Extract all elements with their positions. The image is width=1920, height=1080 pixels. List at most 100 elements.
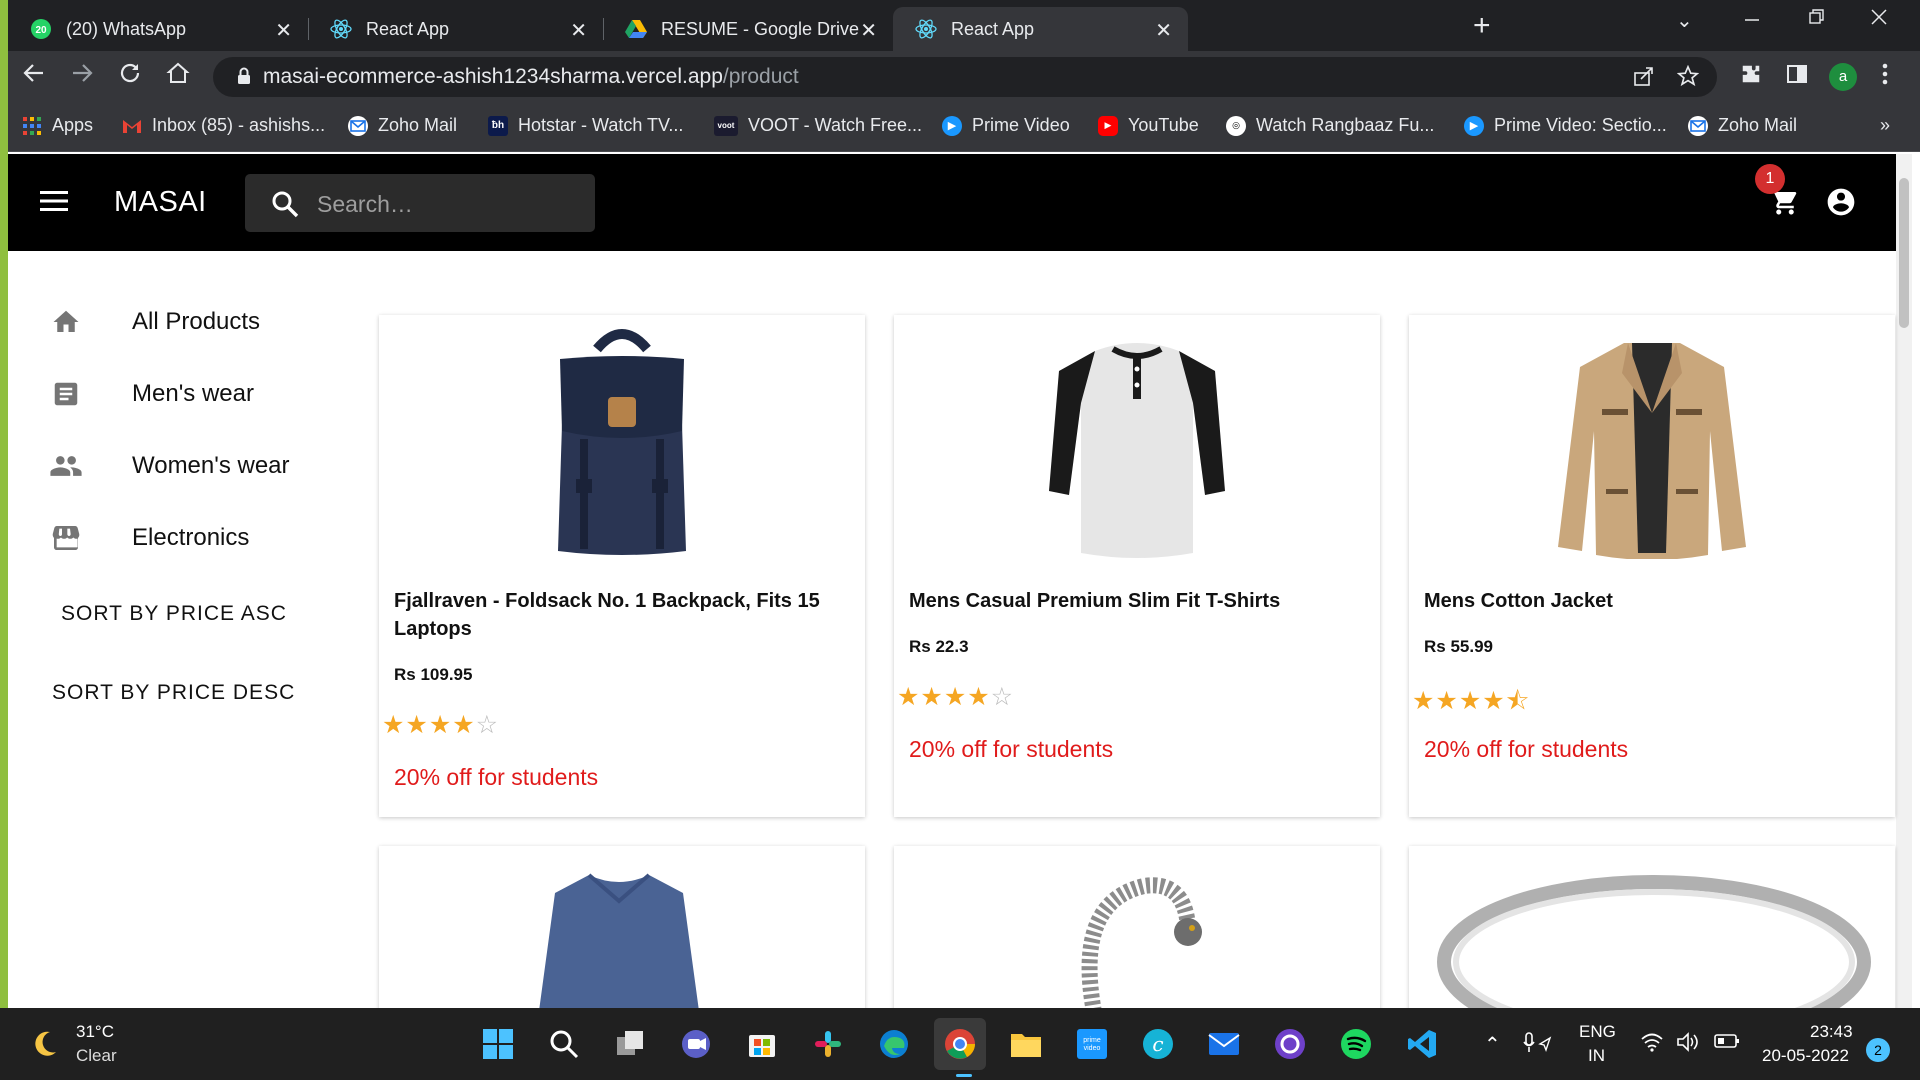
tab-search-icon[interactable]: ⌄ <box>1676 8 1693 33</box>
clock-time[interactable]: 23:43 <box>1810 1022 1853 1042</box>
close-tab-icon[interactable]: ✕ <box>570 18 587 43</box>
github-desktop-icon[interactable] <box>1272 1026 1308 1062</box>
bookmark-apps[interactable]: Apps <box>22 115 93 136</box>
tab-title: (20) WhatsApp <box>66 18 187 39</box>
file-explorer-icon[interactable] <box>1008 1026 1044 1062</box>
bookmark-hotstar[interactable]: ƀh Hotstar - Watch TV... <box>488 115 683 136</box>
account-circle-icon[interactable] <box>1825 186 1857 223</box>
tab-whatsapp[interactable]: 20 (20) WhatsApp ✕ <box>8 7 308 51</box>
edge-icon[interactable] <box>876 1026 912 1062</box>
moon-weather-icon[interactable] <box>30 1028 60 1063</box>
forward-icon[interactable] <box>70 61 94 92</box>
bookmark-rangbaaz[interactable]: ◎ Watch Rangbaaz Fu... <box>1226 115 1434 136</box>
sort-price-asc-button[interactable]: SORT BY PRICE ASC <box>61 602 287 626</box>
sidebar-item-womens-wear[interactable]: Women's wear <box>48 441 348 491</box>
hamburger-menu-icon[interactable] <box>40 190 68 217</box>
apps-grid-icon <box>22 116 42 136</box>
product-image-silver-ring[interactable] <box>1429 872 1879 1008</box>
bookmarks-overflow-button[interactable]: » <box>1880 115 1890 136</box>
notification-count-badge[interactable]: 2 <box>1866 1038 1890 1062</box>
clock-date[interactable]: 20-05-2022 <box>1762 1046 1849 1066</box>
microsoft-store-icon[interactable] <box>744 1026 780 1062</box>
bookmark-voot[interactable]: voot VOOT - Watch Free... <box>714 115 922 136</box>
extensions-icon[interactable] <box>1740 63 1762 92</box>
close-tab-icon[interactable]: ✕ <box>275 18 292 43</box>
restore-icon[interactable] <box>1808 6 1826 32</box>
product-card[interactable] <box>894 846 1380 1008</box>
product-card[interactable] <box>1409 846 1895 1008</box>
vscode-icon[interactable] <box>1404 1026 1440 1062</box>
address-bar[interactable]: masai-ecommerce-ashish1234sharma.vercel.… <box>213 57 1717 97</box>
bookmark-star-icon[interactable] <box>1676 64 1700 93</box>
start-windows-icon[interactable] <box>480 1026 516 1062</box>
bookmark-prime-video-section[interactable]: ▶ Prime Video: Sectio... <box>1464 115 1667 136</box>
react-icon <box>915 18 937 40</box>
prime-video-app-icon[interactable]: prime video <box>1074 1026 1110 1062</box>
side-panel-icon[interactable] <box>1786 63 1808 92</box>
product-title[interactable]: Mens Casual Premium Slim Fit T-Shirts <box>909 587 1359 615</box>
page-scrollbar[interactable] <box>1896 154 1912 1008</box>
product-title[interactable]: Fjallraven - Foldsack No. 1 Backpack, Fi… <box>394 587 844 643</box>
weather-temperature[interactable]: 31°C <box>76 1022 114 1042</box>
bookmark-label: Zoho Mail <box>378 115 458 135</box>
product-image-blue-sweater[interactable] <box>529 871 709 1008</box>
minimize-icon[interactable] <box>1743 6 1761 32</box>
product-image-backpack[interactable] <box>379 329 865 559</box>
close-tab-icon[interactable]: ✕ <box>860 18 877 43</box>
product-card[interactable] <box>379 846 865 1008</box>
bookmark-zoho-mail[interactable]: Zoho Mail <box>348 115 457 136</box>
bookmark-label: Zoho Mail <box>1718 115 1798 135</box>
product-card[interactable]: Fjallraven - Foldsack No. 1 Backpack, Fi… <box>379 315 865 817</box>
product-image-dragon-bracelet[interactable] <box>1064 872 1204 1008</box>
canva-icon[interactable]: c <box>1140 1026 1176 1062</box>
language-region[interactable]: IN <box>1588 1046 1605 1066</box>
back-icon[interactable] <box>22 61 46 92</box>
search-box[interactable] <box>245 174 595 232</box>
battery-icon[interactable] <box>1714 1032 1740 1055</box>
whatsapp-icon: 20 <box>30 18 52 40</box>
microphone-location-icon[interactable] <box>1522 1032 1552 1060</box>
product-card[interactable]: Mens Casual Premium Slim Fit T-Shirts Rs… <box>894 315 1380 817</box>
language-indicator[interactable]: ENG <box>1579 1022 1616 1042</box>
search-input[interactable] <box>315 186 579 222</box>
chrome-menu-icon[interactable] <box>1882 63 1888 92</box>
bookmark-youtube[interactable]: ▶ YouTube <box>1098 115 1199 136</box>
weather-condition[interactable]: Clear <box>76 1046 117 1066</box>
reload-icon[interactable] <box>118 61 142 92</box>
tab-react-app-1[interactable]: React App ✕ <box>308 7 603 51</box>
close-tab-icon[interactable]: ✕ <box>1155 18 1172 43</box>
mail-icon[interactable] <box>1206 1026 1242 1062</box>
bookmark-gmail[interactable]: Inbox (85) - ashishs... <box>122 115 325 136</box>
sort-price-desc-button[interactable]: SORT BY PRICE DESC <box>52 681 295 705</box>
new-tab-icon[interactable]: + <box>1473 9 1491 43</box>
profile-avatar[interactable]: a <box>1829 63 1857 91</box>
tab-google-drive[interactable]: RESUME - Google Drive ✕ <box>603 7 893 51</box>
teams-chat-icon[interactable] <box>678 1026 714 1062</box>
product-image-cotton-jacket[interactable] <box>1409 329 1895 559</box>
bookmark-zoho-mail-2[interactable]: Zoho Mail <box>1688 115 1797 136</box>
close-window-icon[interactable] <box>1870 6 1888 32</box>
tab-react-app-active[interactable]: React App ✕ <box>893 7 1188 51</box>
sidebar-item-all-products[interactable]: All Products <box>48 297 348 347</box>
volume-icon[interactable] <box>1676 1032 1700 1058</box>
taskbar-search-icon[interactable] <box>546 1026 582 1062</box>
scrollbar-thumb[interactable] <box>1899 178 1909 328</box>
product-card[interactable]: Mens Cotton Jacket Rs 55.99 ★★★★⯪ 20% of… <box>1409 315 1895 817</box>
chrome-icon[interactable] <box>934 1018 986 1070</box>
slack-icon[interactable] <box>810 1026 846 1062</box>
bookmark-prime-video[interactable]: ▶ Prime Video <box>942 115 1070 136</box>
show-hidden-icons-icon[interactable]: ⌃ <box>1484 1032 1501 1057</box>
task-view-icon[interactable] <box>612 1026 648 1062</box>
lock-icon[interactable] <box>237 67 251 90</box>
url-text[interactable]: masai-ecommerce-ashish1234sharma.vercel.… <box>263 65 799 89</box>
sidebar-item-mens-wear[interactable]: Men's wear <box>48 369 348 419</box>
product-title[interactable]: Mens Cotton Jacket <box>1424 587 1874 615</box>
sidebar-item-electronics[interactable]: Electronics <box>48 513 348 563</box>
product-image-henley-tshirt[interactable] <box>894 329 1380 559</box>
home-button-icon[interactable] <box>166 61 190 92</box>
brand-title: MASAI <box>114 186 207 218</box>
share-icon[interactable] <box>1633 65 1655 93</box>
wifi-icon[interactable] <box>1640 1032 1664 1058</box>
hotstar-icon: ƀh <box>488 115 508 136</box>
spotify-icon[interactable] <box>1338 1026 1374 1062</box>
